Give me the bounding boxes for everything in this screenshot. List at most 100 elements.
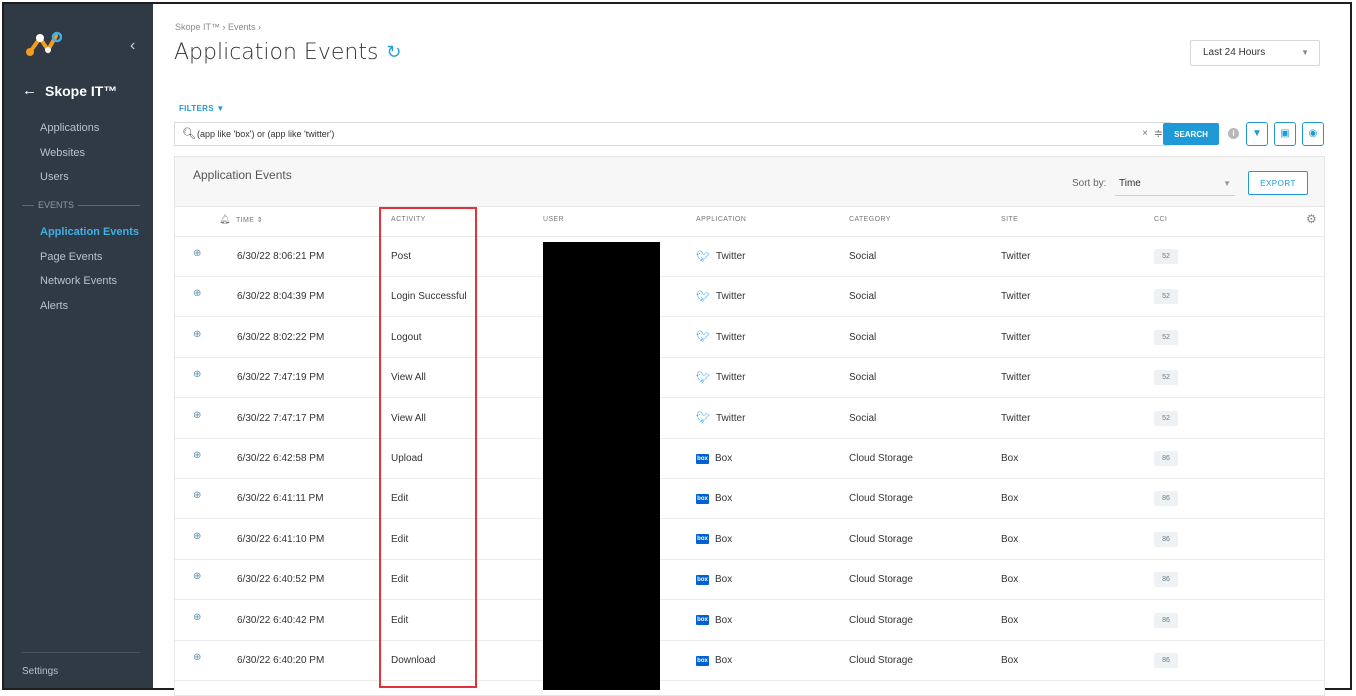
zoom-in-icon[interactable]: ⊕: [193, 612, 201, 623]
divider: [22, 652, 140, 653]
cell-time: 6/30/22 6:40:20 PM: [237, 655, 325, 666]
cell-time: 6/30/22 7:47:17 PM: [237, 412, 325, 424]
sidebar-item-alerts[interactable]: Alerts: [40, 300, 68, 312]
cell-application[interactable]: box Box: [696, 453, 732, 464]
cell-time: 6/30/22 7:47:19 PM: [237, 372, 325, 384]
cell-application[interactable]: box Box: [696, 574, 732, 585]
sort-by-value: Time: [1119, 178, 1141, 189]
cell-time: 6/30/22 6:41:11 PM: [237, 493, 324, 505]
back-to-skope-it[interactable]: ← Skope IT™: [22, 82, 117, 99]
zoom-in-icon[interactable]: ⊕: [193, 248, 201, 259]
cell-time: 6/30/22 8:02:22 PM: [237, 331, 325, 343]
zoom-in-icon[interactable]: ⊕: [193, 652, 201, 663]
table-row[interactable]: ⊕ 6/30/22 8:04:39 PM Login Successful 🐦︎ Twi…: [175, 277, 1325, 318]
query-input[interactable]: [197, 126, 1097, 142]
cell-time: 6/30/22 6:40:52 PM: [237, 574, 325, 586]
column-header-cci[interactable]: CCI: [1154, 216, 1167, 223]
collapse-sidebar-icon[interactable]: ‹: [130, 38, 135, 54]
sidebar-item-websites[interactable]: Websites: [40, 147, 85, 159]
cell-time: 6/30/22 8:04:39 PM: [237, 291, 325, 303]
application-name: Box: [715, 533, 733, 545]
cell-application[interactable]: box Box: [696, 655, 732, 666]
cell-site: Box: [1001, 614, 1019, 626]
table-row[interactable]: ⊕ 6/30/22 6:40:42 PM Edit box Box Cloud Stora…: [175, 601, 1325, 641]
info-icon[interactable]: i: [1228, 128, 1239, 139]
filter-funnel-button[interactable]: ▼: [1246, 122, 1268, 146]
cell-site: Box: [1001, 533, 1019, 545]
cell-site: Twitter: [1001, 412, 1031, 424]
sidebar-item-network-events[interactable]: Network Events: [40, 275, 117, 287]
table-row[interactable]: ⊕ 6/30/22 8:06:21 PM Post 🐦︎ Twitter Social Tw…: [175, 237, 1325, 277]
cell-application[interactable]: 🐦︎ Twitter: [696, 372, 745, 383]
search-button[interactable]: SEARCH: [1163, 123, 1219, 145]
sidebar-item-page-events[interactable]: Page Events: [40, 251, 102, 263]
clear-icon[interactable]: ×: [1142, 128, 1148, 139]
cell-application[interactable]: 🐦︎ Twitter: [696, 413, 745, 424]
application-name: Box: [715, 493, 733, 505]
cell-category: Cloud Storage: [849, 655, 913, 666]
cci-badge: 52: [1154, 370, 1178, 386]
table-row[interactable]: ⊕ 6/30/22 7:47:19 PM View All 🐦︎ Twitter Soci…: [175, 358, 1325, 399]
column-time-label: TIME: [236, 217, 255, 224]
cci-badge: 86: [1154, 531, 1178, 547]
sidebar-item-settings[interactable]: Settings: [22, 666, 58, 677]
cell-site: Box: [1001, 493, 1019, 505]
query-builder-icon[interactable]: ≑: [1154, 127, 1163, 140]
zoom-in-icon[interactable]: ⊕: [193, 410, 201, 421]
gear-icon[interactable]: ⚙: [1306, 212, 1317, 226]
zoom-in-icon[interactable]: ⊕: [193, 490, 201, 501]
table-row[interactable]: ⊕ 6/30/22 6:41:10 PM Edit box Box Cloud Stora…: [175, 520, 1325, 560]
scrollbar[interactable]: [1342, 4, 1350, 688]
zoom-in-icon[interactable]: ⊕: [193, 571, 201, 582]
zoom-in-icon[interactable]: ⊕: [193, 450, 201, 461]
sort-by-select[interactable]: Time ▼: [1115, 172, 1235, 196]
application-name: Box: [715, 614, 733, 626]
netskope-logo-icon[interactable]: [26, 30, 62, 58]
zoom-in-icon[interactable]: ⊕: [193, 288, 201, 299]
table-row[interactable]: ⊕ 6/30/22 6:40:52 PM Edit box Box Cloud Stora…: [175, 560, 1325, 601]
cell-application[interactable]: 🐦︎ Twitter: [696, 251, 745, 262]
events-section-label: EVENTS: [38, 200, 75, 210]
filters-toggle[interactable]: FILTERS ▼: [179, 104, 225, 113]
cell-application[interactable]: 🐦︎ Twitter: [696, 291, 745, 302]
view-button[interactable]: ◉: [1302, 122, 1324, 146]
sidebar-item-application-events[interactable]: Application Events: [40, 226, 139, 238]
page-title: Application Events ↻: [174, 40, 402, 65]
cell-application[interactable]: 🐦︎ Twitter: [696, 332, 745, 343]
twitter-icon: 🐦︎: [696, 290, 710, 303]
column-header-user[interactable]: USER: [543, 216, 564, 223]
cell-category: Cloud Storage: [849, 574, 913, 586]
panel-header: Application Events Sort by: Time ▼ EXPOR…: [175, 157, 1324, 207]
table-row[interactable]: ⊕ 6/30/22 6:41:11 PM Edit box Box Cloud Stora…: [175, 479, 1325, 520]
column-header-application[interactable]: APPLICATION: [696, 216, 746, 223]
time-range-select[interactable]: Last 24 Hours ▼: [1190, 40, 1320, 66]
zoom-in-icon[interactable]: ⊕: [193, 369, 201, 380]
table-row[interactable]: ⊕ 6/30/22 6:42:58 PM Upload box Box Cloud Sto…: [175, 439, 1325, 479]
search-icon: 🔍︎: [182, 128, 196, 140]
refresh-icon[interactable]: ↻: [386, 42, 401, 63]
sidebar-item-applications[interactable]: Applications: [40, 122, 99, 134]
table-row[interactable]: ⊕ 6/30/22 8:02:22 PM Logout 🐦︎ Twitter Social…: [175, 318, 1325, 358]
table-row[interactable]: ⊕ 6/30/22 7:47:17 PM View All 🐦︎ Twitter Soci…: [175, 399, 1325, 439]
table-row[interactable]: ⊕ 6/30/22 6:40:20 PM Download box Box Cloud S…: [175, 641, 1325, 681]
back-label: Skope IT™: [45, 82, 118, 99]
cell-application[interactable]: box Box: [696, 534, 732, 545]
save-query-button[interactable]: ▣: [1274, 122, 1296, 146]
cell-category: Social: [849, 372, 877, 384]
application-name: Twitter: [715, 331, 746, 343]
application-name: Twitter: [715, 412, 746, 424]
cell-category: Social: [849, 291, 877, 303]
column-header-time[interactable]: TIME ⇕: [236, 216, 263, 224]
column-header-category[interactable]: CATEGORY: [849, 216, 891, 223]
column-header-site[interactable]: SITE: [1001, 216, 1018, 223]
zoom-in-icon[interactable]: ⊕: [193, 329, 201, 340]
query-field[interactable]: 🔍︎ × ≑: [174, 122, 1171, 146]
sidebar-item-users[interactable]: Users: [40, 171, 69, 183]
export-button[interactable]: EXPORT: [1248, 171, 1308, 195]
zoom-in-icon[interactable]: ⊕: [193, 531, 201, 542]
sidebar: ‹ ← Skope IT™ Applications Websites User…: [4, 4, 153, 688]
cell-site: Twitter: [1001, 251, 1031, 262]
cell-application[interactable]: box Box: [696, 615, 732, 626]
breadcrumb[interactable]: Skope IT™ › Events ›: [175, 22, 261, 32]
cell-application[interactable]: box Box: [696, 493, 732, 504]
